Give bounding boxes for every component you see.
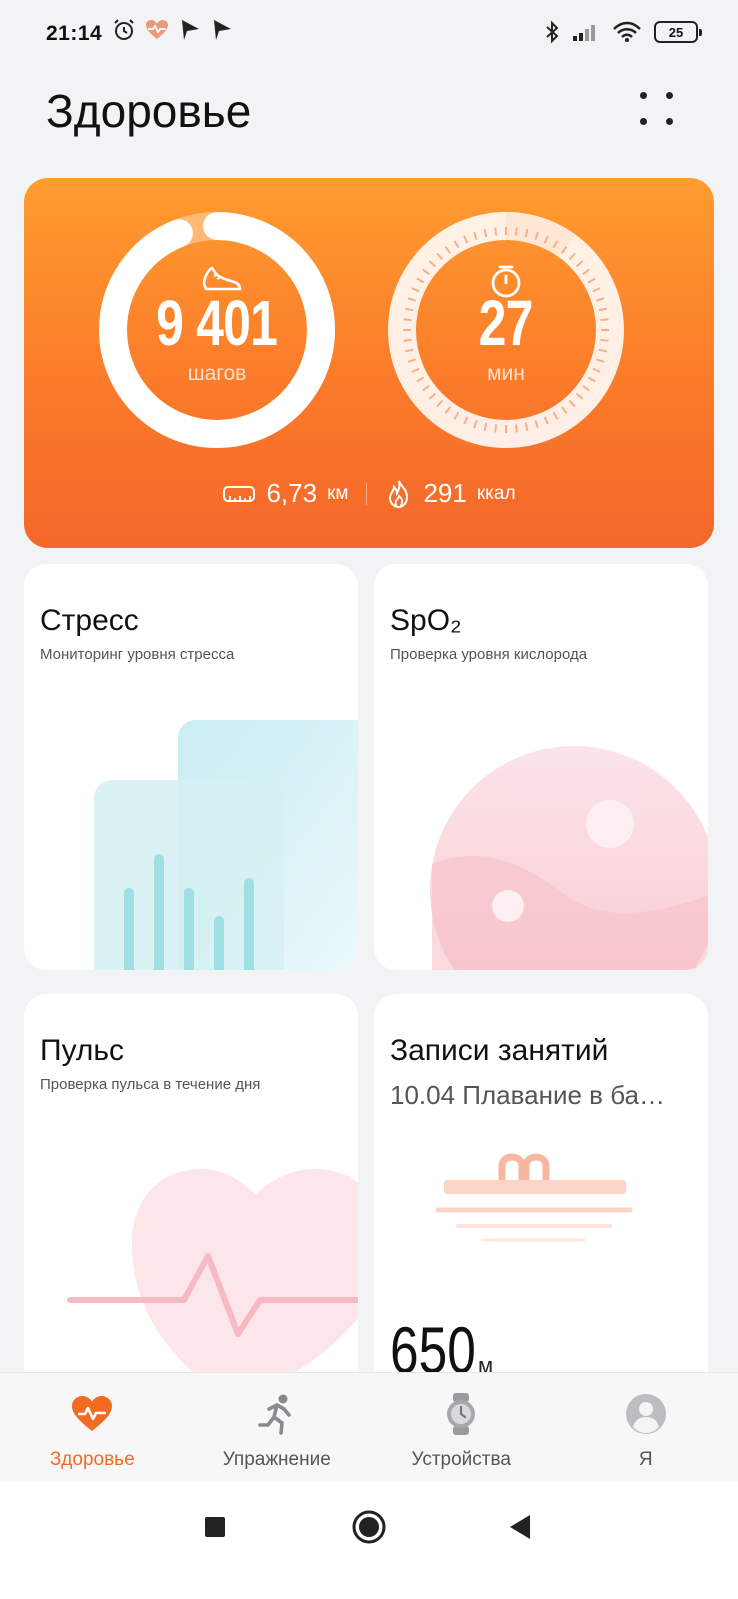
spo2-title: SpO₂ <box>390 604 462 637</box>
status-notification-icons <box>112 18 234 42</box>
steps-readout: 9 401 шагов <box>117 286 317 386</box>
spo2-subtitle: Проверка уровня кислорода <box>390 646 588 663</box>
bluetooth-icon <box>546 20 559 44</box>
alarm-icon <box>114 19 134 40</box>
heart-pulse-icon <box>69 1391 115 1437</box>
spo2-tile[interactable]: SpO₂ Проверка уровня кислорода <box>374 564 708 970</box>
distance-unit: км <box>327 482 349 504</box>
pulse-subtitle: Проверка пульса в течение дня <box>40 1076 261 1093</box>
distance-value: 6,73 <box>266 478 318 508</box>
back-button[interactable] <box>508 1514 532 1545</box>
pulse-title: Пульс <box>40 1034 125 1067</box>
bottom-navigation: Здоровье Упражнение Устройства Я <box>0 1372 738 1482</box>
play-icon <box>182 20 199 40</box>
calories-value: 291 <box>423 478 467 508</box>
avatar-icon <box>623 1391 669 1437</box>
heart-health-icon <box>146 20 168 39</box>
calories-unit: ккал <box>476 482 516 504</box>
stress-tile[interactable]: Стресс Мониторинг уровня стресса <box>24 564 358 970</box>
workout-records-tile[interactable]: Записи занятий 10.04 Плавание в ба… 650 … <box>374 994 708 1394</box>
ruler-icon <box>223 485 256 502</box>
battery-icon: 25 <box>654 21 702 43</box>
pulse-tile[interactable]: Пульс Проверка пульса в течение дня <box>24 994 358 1394</box>
activity-rings-card[interactable]: 9 401 шагов 27 мин 6,73 км 291 ккал <box>24 178 714 548</box>
stats-divider <box>366 482 368 505</box>
status-time: 21:14 <box>46 22 103 45</box>
nav-label-me: Я <box>638 1449 653 1470</box>
grid-dots-icon[interactable] <box>640 92 680 132</box>
play-icon <box>214 20 231 40</box>
nav-label-health: Здоровье <box>49 1449 135 1470</box>
distance-stat: 6,73 км <box>222 478 348 509</box>
nav-label-devices: Устройства <box>411 1449 511 1470</box>
system-navigation-bar <box>0 1482 738 1599</box>
health-app-screen: 21:14 25 Здоровье 9 401 шагов 27 мин 6,7… <box>0 0 738 1599</box>
nav-item-devices[interactable]: Устройства <box>369 1373 554 1482</box>
watch-icon <box>438 1391 484 1437</box>
minutes-ring-tick <box>494 227 498 236</box>
signal-icon <box>573 25 595 41</box>
minutes-ring-tick <box>494 424 498 433</box>
activity-stats: 6,73 км 291 ккал <box>24 478 714 509</box>
stress-subtitle: Мониторинг уровня стресса <box>40 646 235 663</box>
minutes-unit: мин <box>487 362 525 385</box>
nav-label-exercise: Упражнение <box>222 1449 331 1470</box>
running-icon <box>254 1391 300 1437</box>
stress-title: Стресс <box>40 604 139 637</box>
nav-item-me[interactable]: Я <box>554 1373 738 1482</box>
page-title: Здоровье <box>46 85 252 137</box>
flame-icon <box>389 480 409 508</box>
calories-stat: 291 ккал <box>385 478 516 509</box>
workout-records-title: Записи занятий <box>390 1034 609 1067</box>
status-bar: 21:14 25 <box>0 0 738 70</box>
minutes-ring-tick <box>514 227 518 236</box>
recents-button[interactable] <box>204 1516 226 1543</box>
home-button[interactable] <box>352 1510 386 1549</box>
wifi-icon <box>613 21 641 42</box>
minutes-readout: 27 мин <box>406 286 606 386</box>
minutes-value: 27 <box>479 287 534 359</box>
nav-item-exercise[interactable]: Упражнение <box>185 1373 370 1482</box>
status-system-icons: 25 <box>544 20 702 44</box>
minutes-ring-tick <box>514 424 518 433</box>
steps-value: 9 401 <box>156 287 278 359</box>
steps-unit: шагов <box>187 362 247 385</box>
nav-item-health[interactable]: Здоровье <box>0 1373 185 1482</box>
workout-latest-entry: 10.04 Плавание в ба… <box>390 1080 665 1110</box>
